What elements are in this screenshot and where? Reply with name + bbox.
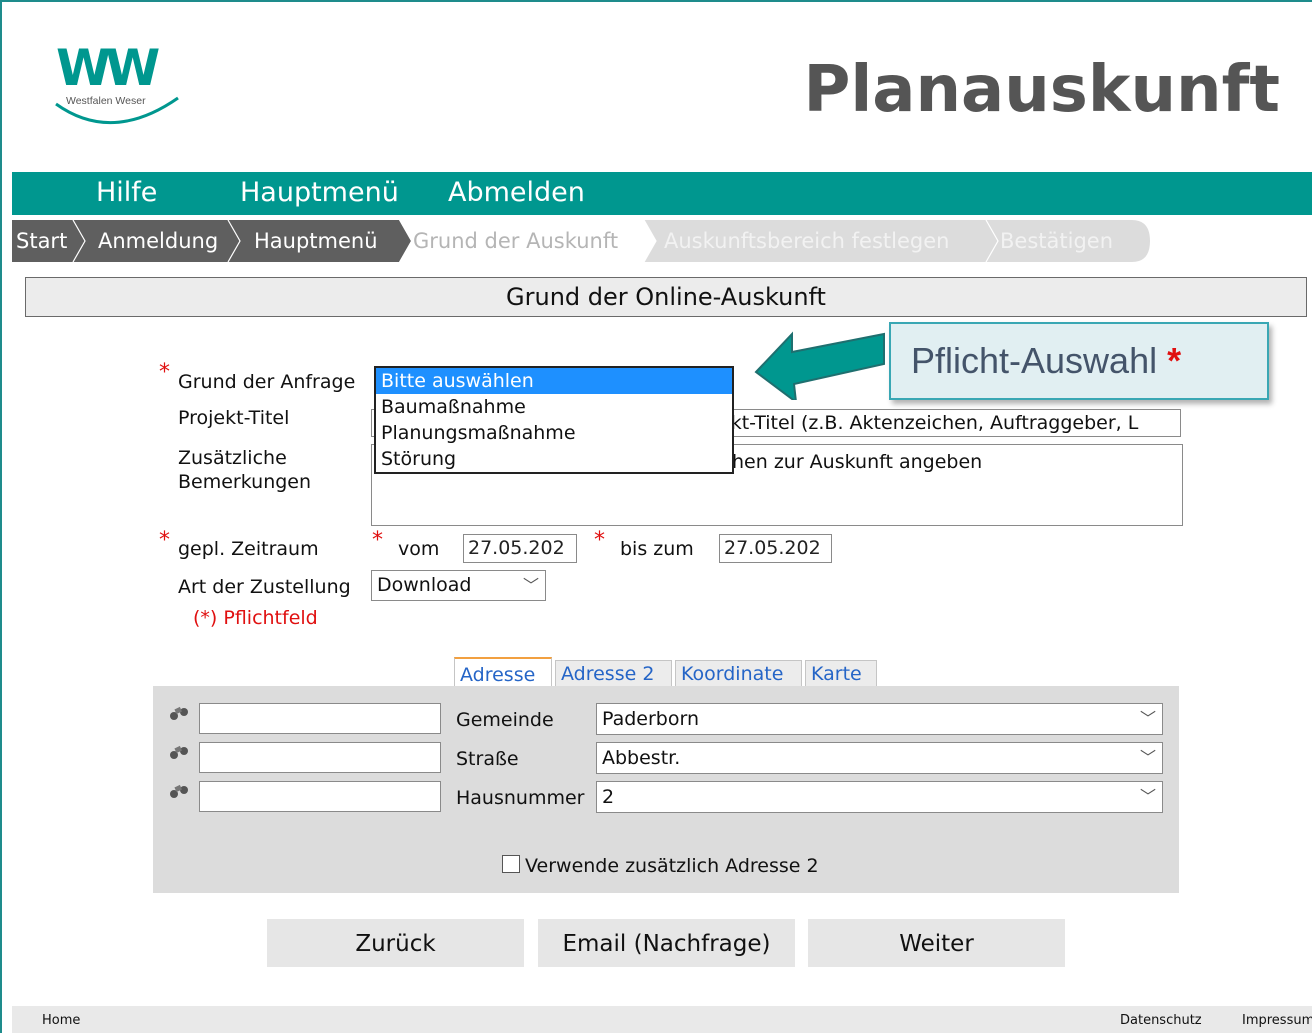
required-marker: * bbox=[372, 528, 383, 553]
next-button[interactable]: Weiter bbox=[808, 919, 1065, 967]
nav-abmelden[interactable]: Abmelden bbox=[448, 175, 585, 211]
strasse-search-input[interactable] bbox=[199, 742, 441, 773]
tab-karte[interactable]: Karte bbox=[805, 660, 877, 688]
binoculars-icon[interactable] bbox=[169, 781, 189, 805]
zustellung-label: Art der Zustellung bbox=[178, 576, 351, 598]
adresse2-checkbox[interactable] bbox=[502, 855, 520, 873]
main-nav: Hilfe Hauptmenü Abmelden bbox=[12, 172, 1312, 215]
bemerkungen-label-2: Bemerkungen bbox=[178, 471, 312, 493]
strasse-select[interactable]: Abbestr. ﹀ bbox=[596, 742, 1163, 774]
app-title: Planauskunft bbox=[803, 53, 1280, 127]
footer-home-link[interactable]: Home bbox=[42, 1006, 80, 1036]
tab-adresse-2[interactable]: Adresse 2 bbox=[555, 660, 672, 688]
footer: Home Datenschutz Impressum bbox=[12, 1006, 1312, 1033]
strasse-label: Straße bbox=[456, 748, 519, 770]
grund-option-stoerung[interactable]: Störung bbox=[376, 446, 732, 472]
projekt-label: Projekt-Titel bbox=[178, 407, 290, 429]
breadcrumb-auskunftsbereich: Auskunftsbereich festlegen bbox=[664, 229, 950, 253]
gemeinde-value: Paderborn bbox=[602, 708, 700, 730]
chevron-down-icon: ﹀ bbox=[1139, 709, 1156, 728]
breadcrumb-anmeldung[interactable]: Anmeldung bbox=[98, 220, 218, 262]
gemeinde-select[interactable]: Paderborn ﹀ bbox=[596, 703, 1163, 735]
company-logo[interactable]: WW Westfalen Weser bbox=[52, 40, 182, 124]
chevron-down-icon: ﹀ bbox=[1139, 787, 1156, 806]
breadcrumb: Start Anmeldung Hauptmenü Grund der Ausk… bbox=[12, 220, 1152, 262]
nav-hauptmenu[interactable]: Hauptmenü bbox=[240, 175, 399, 211]
required-marker: * bbox=[159, 360, 170, 385]
bemerkungen-label-1: Zusätzliche bbox=[178, 447, 287, 469]
footer-privacy-link[interactable]: Datenschutz bbox=[1120, 1006, 1202, 1036]
vom-date-input[interactable]: 27.05.202 bbox=[463, 534, 577, 563]
breadcrumb-grund: Grund der Auskunft bbox=[413, 229, 619, 253]
gemeinde-label: Gemeinde bbox=[456, 709, 554, 731]
callout-star: * bbox=[1167, 340, 1182, 381]
bis-date-input[interactable]: 27.05.202 bbox=[719, 534, 832, 563]
strasse-value: Abbestr. bbox=[602, 747, 681, 769]
vom-label: vom bbox=[398, 538, 440, 560]
footer-imprint-link[interactable]: Impressum bbox=[1242, 1006, 1312, 1036]
projekt-placeholder: ekt-Titel (z.B. Aktenzeichen, Auftraggeb… bbox=[719, 412, 1139, 434]
gemeinde-search-input[interactable] bbox=[199, 703, 441, 734]
breadcrumb-start[interactable]: Start bbox=[16, 220, 67, 262]
zustellung-value: Download bbox=[377, 574, 472, 596]
binoculars-icon[interactable] bbox=[169, 703, 189, 727]
breadcrumb-bestaetigen: Bestätigen bbox=[1000, 229, 1113, 253]
email-button[interactable]: Email (Nachfrage) bbox=[538, 919, 795, 967]
chevron-down-icon: ﹀ bbox=[522, 576, 539, 595]
tab-adresse[interactable]: Adresse bbox=[454, 657, 552, 688]
grund-dropdown-list[interactable]: Bitte auswählen Baumaßnahme Planungsmaßn… bbox=[374, 366, 734, 474]
zustellung-select[interactable]: Download ﹀ bbox=[371, 570, 546, 601]
hausnummer-value: 2 bbox=[602, 786, 615, 808]
zeitraum-label: gepl. Zeitraum bbox=[178, 538, 319, 560]
required-marker: * bbox=[594, 528, 605, 553]
bemerkungen-placeholder: hen zur Auskunft angeben bbox=[732, 451, 983, 473]
grund-option-bau[interactable]: Baumaßnahme bbox=[376, 394, 732, 420]
grund-label: Grund der Anfrage bbox=[178, 371, 356, 393]
tab-koordinate[interactable]: Koordinate bbox=[675, 660, 802, 688]
hausnummer-label: Hausnummer bbox=[456, 787, 585, 809]
breadcrumb-hauptmenu[interactable]: Hauptmenü bbox=[254, 220, 378, 262]
nav-hilfe[interactable]: Hilfe bbox=[96, 175, 157, 211]
bis-label: bis zum bbox=[620, 538, 694, 560]
back-button[interactable]: Zurück bbox=[267, 919, 524, 967]
logo-subtitle: Westfalen Weser bbox=[66, 95, 146, 107]
required-marker: * bbox=[159, 528, 170, 553]
callout-text: Pflicht-Auswahl bbox=[911, 340, 1158, 381]
adresse2-checkbox-label[interactable]: Verwende zusätzlich Adresse 2 bbox=[525, 854, 819, 878]
callout-arrow-icon bbox=[754, 331, 885, 400]
binoculars-icon[interactable] bbox=[169, 742, 189, 766]
section-title: Grund der Online-Auskunft bbox=[25, 277, 1307, 317]
pflichtfeld-note: (*) Pflichtfeld bbox=[193, 607, 318, 629]
grund-option-bitte[interactable]: Bitte auswählen bbox=[376, 368, 732, 394]
address-panel: Gemeinde Paderborn ﹀ Straße Abbestr. ﹀ H… bbox=[153, 686, 1179, 893]
chevron-down-icon: ﹀ bbox=[1139, 748, 1156, 767]
grund-option-planung[interactable]: Planungsmaßnahme bbox=[376, 420, 732, 446]
hausnummer-select[interactable]: 2 ﹀ bbox=[596, 781, 1163, 813]
hausnummer-search-input[interactable] bbox=[199, 781, 441, 812]
pflicht-callout: Pflicht-Auswahl * bbox=[889, 322, 1269, 400]
